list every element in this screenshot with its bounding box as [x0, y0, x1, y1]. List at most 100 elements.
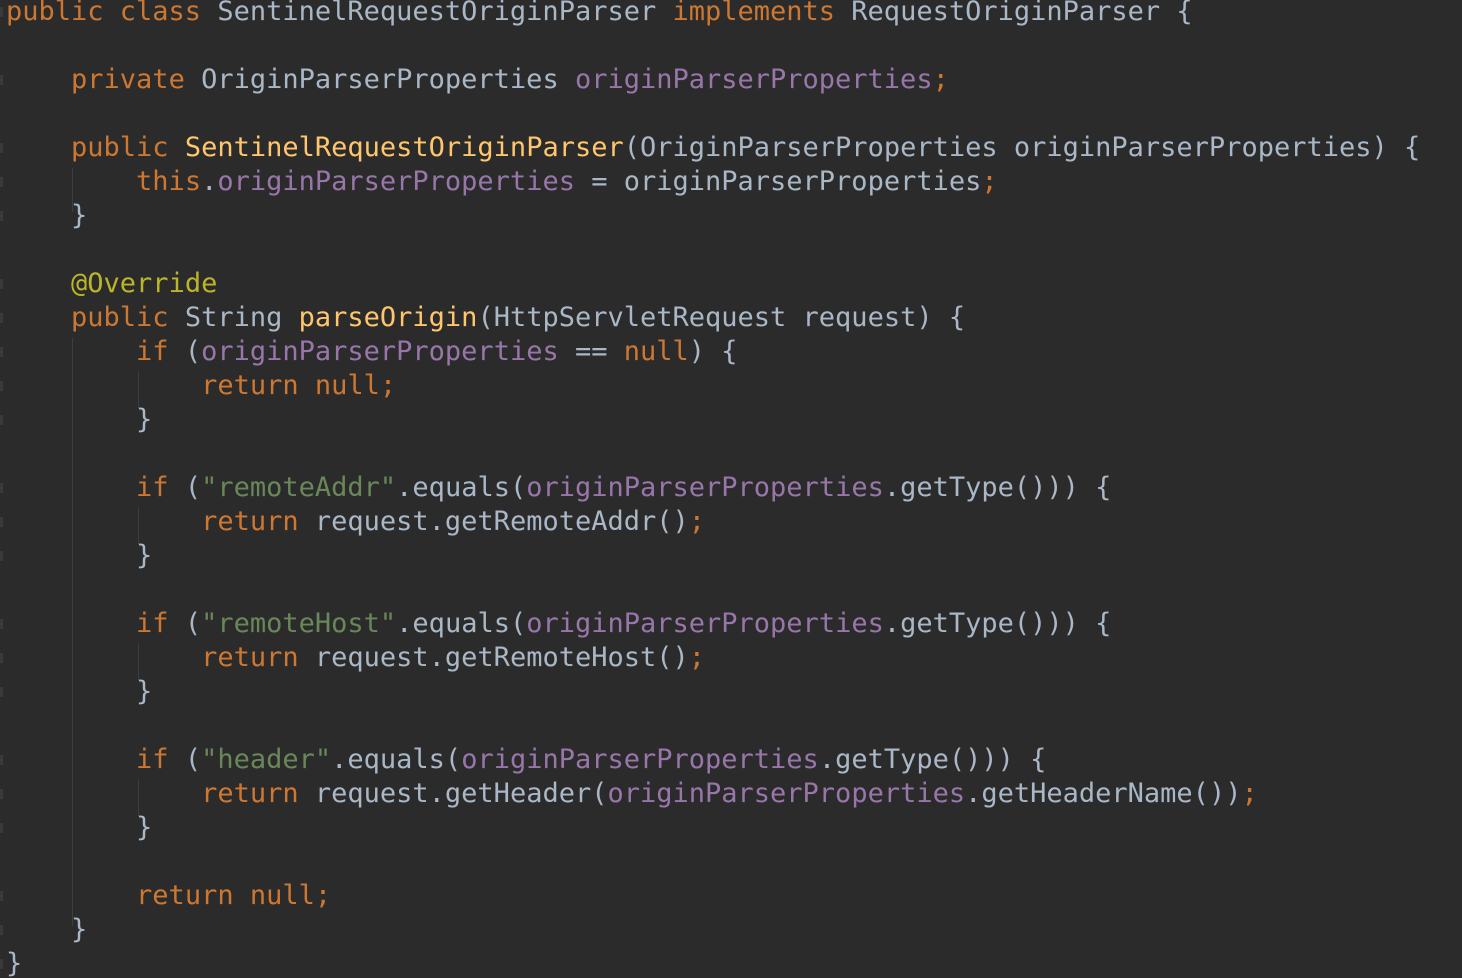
code-token: private [71, 64, 202, 95]
code-token: return [201, 642, 315, 673]
code-line[interactable]: @Override [6, 267, 217, 301]
code-line[interactable]: } [6, 947, 22, 978]
gutter-marker [0, 517, 3, 527]
gutter-marker [0, 619, 3, 629]
code-line[interactable]: public String parseOrigin(HttpServletReq… [6, 301, 965, 335]
gutter-marker [0, 959, 3, 969]
code-token: } [6, 200, 88, 231]
code-editor[interactable]: public class SentinelRequestOriginParser… [0, 0, 1462, 978]
gutter-marker [0, 755, 3, 765]
code-line[interactable]: } [6, 403, 152, 437]
code-token: SentinelRequestOriginParser [217, 0, 673, 27]
code-token: if [136, 744, 185, 775]
code-token: ; [1241, 778, 1258, 809]
code-line[interactable]: return request.getHeader(originParserPro… [6, 777, 1258, 811]
code-token: return null; [136, 880, 332, 911]
code-token: originParserProperties [526, 472, 884, 503]
code-token: } [6, 948, 23, 978]
code-token: } [6, 676, 153, 707]
code-line[interactable]: public class SentinelRequestOriginParser… [6, 0, 1193, 29]
code-token: ; [932, 64, 949, 95]
code-token: if [136, 336, 185, 367]
gutter-marker [0, 823, 3, 833]
gutter-marker [0, 687, 3, 697]
code-token: originParserProperties [607, 778, 966, 809]
code-token: (OriginParserProperties originParserProp… [623, 132, 1421, 163]
code-line[interactable]: } [6, 199, 87, 233]
code-line[interactable]: return null; [6, 369, 396, 403]
code-token: request.getHeader( [314, 778, 608, 809]
gutter-marker [0, 279, 3, 289]
code-token: request.getRemoteAddr() [314, 506, 689, 537]
code-token: if [136, 472, 185, 503]
gutter-marker [0, 789, 3, 799]
gutter-marker [0, 483, 3, 493]
code-line[interactable]: } [6, 539, 152, 573]
code-token: originParserProperties [461, 744, 819, 775]
gutter-marker [0, 381, 3, 391]
code-line[interactable]: if ("remoteAddr".equals(originParserProp… [6, 471, 1111, 505]
code-token: public [71, 132, 185, 163]
code-token: "header" [201, 744, 332, 775]
code-token: .getType())) { [818, 744, 1047, 775]
code-line[interactable]: if ("header".equals(originParserProperti… [6, 743, 1046, 777]
code-token: originParserProperties [526, 608, 884, 639]
code-line[interactable]: if (originParserProperties == null) { [6, 335, 738, 369]
code-token: String [184, 302, 299, 333]
gutter-marker [0, 177, 3, 187]
code-token: .getType())) { [883, 608, 1112, 639]
code-token: } [6, 914, 88, 945]
gutter-marker [0, 7, 3, 17]
code-line[interactable]: return request.getRemoteAddr(); [6, 505, 705, 539]
gutter-marker [0, 653, 3, 663]
code-line[interactable]: return null; [6, 879, 331, 913]
code-token: .equals( [331, 744, 462, 775]
code-token: return null; [201, 370, 397, 401]
gutter-marker [0, 75, 3, 85]
code-token: ( [184, 744, 202, 775]
code-token: (HttpServletRequest request) { [477, 302, 966, 333]
code-line[interactable]: if ("remoteHost".equals(originParserProp… [6, 607, 1111, 641]
code-token: RequestOriginParser { [851, 0, 1193, 27]
code-line[interactable]: private OriginParserProperties originPar… [6, 63, 949, 97]
code-token: return [201, 506, 315, 537]
code-line[interactable]: this.originParserProperties = originPars… [6, 165, 998, 199]
gutter-marker [0, 551, 3, 561]
code-line[interactable]: } [6, 675, 152, 709]
code-token: implements [672, 0, 852, 27]
gutter-marker [0, 211, 3, 221]
gutter-marker [0, 313, 3, 323]
code-token: . [201, 166, 218, 197]
code-token: originParserProperties [574, 64, 933, 95]
code-token: "remoteHost" [201, 608, 397, 639]
code-token: null [623, 336, 689, 367]
gutter-marker [0, 925, 3, 935]
code-token: .equals( [396, 472, 527, 503]
code-line[interactable]: public SentinelRequestOriginParser(Origi… [6, 131, 1420, 165]
code-token: this [136, 166, 202, 197]
code-token: SentinelRequestOriginParser [184, 132, 624, 163]
code-line[interactable]: } [6, 811, 152, 845]
code-line[interactable]: return request.getRemoteHost(); [6, 641, 705, 675]
code-token: public [71, 302, 185, 333]
code-line[interactable]: } [6, 913, 87, 947]
code-token: OriginParserProperties [201, 64, 575, 95]
code-token: ; [688, 506, 706, 537]
code-token: originParserProperties [201, 336, 559, 367]
code-token: return [201, 778, 315, 809]
code-token: == [558, 336, 624, 367]
code-token: } [6, 540, 153, 571]
code-token: ( [184, 472, 202, 503]
code-token: @Override [71, 268, 218, 299]
code-token: ( [184, 608, 202, 639]
